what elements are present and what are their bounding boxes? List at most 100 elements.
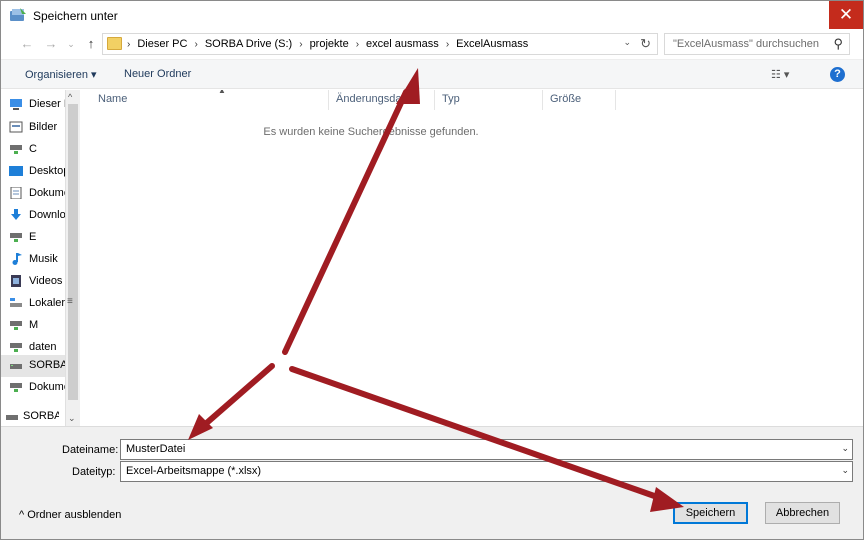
nav-item-label: Musik	[29, 253, 58, 265]
cancel-button[interactable]: Abbrechen	[765, 502, 840, 524]
nav-item-label: daten	[29, 341, 57, 353]
network-drive-icon	[10, 383, 22, 392]
refresh-icon[interactable]: ↻	[640, 36, 651, 52]
window-title: Speichern unter	[33, 9, 118, 23]
nav-item-label: Videos	[29, 275, 63, 287]
breadcrumb-separator[interactable]: ›	[356, 39, 359, 50]
empty-results-message: Es wurden keine Suchergebnisse gefunden.	[263, 126, 479, 138]
breadcrumb: › Dieser PC › SORBA Drive (S:) › projekt…	[127, 38, 528, 50]
nav-item[interactable]: Desktop	[1, 161, 65, 183]
command-bar: Organisieren ▾ Neuer Ordner ☷ ▾ ?	[1, 59, 863, 89]
scrollbar-thumb[interactable]	[68, 104, 78, 400]
nav-item-label: E	[29, 231, 37, 243]
close-button[interactable]: ✕	[829, 1, 863, 29]
nav-item[interactable]: Downloads	[1, 205, 65, 227]
address-bar[interactable]: › Dieser PC › SORBA Drive (S:) › projekt…	[102, 33, 658, 55]
nav-item-label: C	[29, 143, 37, 155]
nav-item-label: Lokaler Datenträger	[29, 297, 65, 309]
network-drive-icon	[10, 145, 22, 154]
network-drive-icon	[10, 321, 22, 330]
scroll-down-icon[interactable]: ⌄	[68, 413, 76, 424]
breadcrumb-item[interactable]: excel ausmass	[366, 38, 439, 50]
nav-item-label: Desktop	[29, 165, 65, 177]
nav-item[interactable]: Bilder	[1, 117, 65, 139]
network-drive-icon	[10, 343, 22, 352]
up-arrow-icon[interactable]: ↑	[83, 36, 99, 52]
column-header-type[interactable]: Typ	[435, 90, 543, 110]
local-disk-icon	[10, 298, 22, 307]
title-bar: Speichern unter ✕	[1, 1, 863, 30]
file-list[interactable]: Name ▲ Änderungsdatum Typ Größe Es wurde…	[81, 90, 863, 425]
address-dropdown-icon[interactable]: ⌄	[623, 37, 631, 48]
search-icon[interactable]: ⚲	[833, 36, 843, 52]
breadcrumb-item[interactable]: ExcelAusmass	[456, 38, 528, 50]
nav-item-label: M	[29, 319, 39, 331]
breadcrumb-item[interactable]: Dieser PC	[137, 38, 187, 50]
app-icon	[10, 8, 26, 21]
search-input[interactable]: "ExcelAusmass" durchsuchen ⚲	[664, 33, 850, 55]
save-as-dialog: Speichern unter ✕ ← → ⌄ ↑ › Dieser PC › …	[0, 0, 864, 540]
help-icon[interactable]: ?	[830, 67, 845, 82]
filename-field[interactable]: MusterDatei ⌄	[120, 439, 853, 460]
nav-item-label: Dokumente	[29, 187, 65, 199]
forward-arrow-icon[interactable]: →	[43, 36, 59, 52]
column-header-size[interactable]: Größe	[543, 90, 616, 110]
chevron-down-icon[interactable]: ⌄	[841, 465, 849, 476]
breadcrumb-separator: ›	[127, 38, 131, 50]
filetype-value: Excel-Arbeitsmappe (*.xlsx)	[126, 465, 262, 477]
pictures-icon	[9, 121, 23, 133]
nav-item[interactable]: Lokaler Datenträger	[1, 293, 65, 315]
sort-ascending-icon: ▲	[218, 90, 226, 95]
new-folder-button[interactable]: Neuer Ordner	[124, 68, 191, 80]
downloads-icon	[11, 209, 21, 220]
organize-menu[interactable]: Organisieren ▾	[25, 68, 97, 81]
breadcrumb-separator[interactable]: ›	[299, 39, 302, 50]
breadcrumb-separator[interactable]: ›	[194, 39, 197, 50]
music-icon	[12, 253, 22, 265]
navigation-pane: Dieser PC Bilder C Desktop Dokumente Dow…	[1, 90, 80, 428]
filename-value[interactable]: MusterDatei	[126, 443, 185, 455]
hide-folders-toggle[interactable]: ^ Ordner ausblenden	[19, 509, 121, 521]
back-arrow-icon[interactable]: ←	[19, 36, 35, 52]
drive-icon	[10, 364, 22, 369]
filetype-select[interactable]: Excel-Arbeitsmappe (*.xlsx) ⌄	[120, 461, 853, 482]
drive-icon	[6, 415, 18, 420]
breadcrumb-separator[interactable]: ›	[446, 39, 449, 50]
recent-locations-icon[interactable]: ⌄	[63, 36, 79, 52]
nav-item[interactable]: Dokumente	[1, 377, 65, 399]
nav-item-selected[interactable]: SORBA Drive (S:)	[1, 355, 65, 377]
videos-icon	[11, 275, 21, 287]
chevron-down-icon[interactable]: ⌄	[841, 443, 849, 454]
nav-item[interactable]: Videos	[1, 271, 65, 293]
nav-scrollbar[interactable]: ^ ≡ ⌄	[65, 90, 80, 426]
scroll-up-icon[interactable]: ^	[68, 92, 72, 102]
scroll-grip-icon: ≡	[67, 296, 73, 307]
nav-item[interactable]: C	[1, 139, 65, 161]
column-header-label: Name	[98, 93, 128, 105]
column-header-name[interactable]: Name ▲	[91, 90, 329, 110]
nav-item[interactable]: M	[1, 315, 65, 337]
search-placeholder: "ExcelAusmass" durchsuchen	[673, 38, 819, 50]
filetype-label: Dateityp:	[72, 466, 116, 478]
save-form: Dateiname: MusterDatei ⌄ Dateityp: Excel…	[1, 426, 863, 539]
address-row: ← → ⌄ ↑ › Dieser PC › SORBA Drive (S:) ›…	[1, 30, 863, 59]
save-button[interactable]: Speichern	[673, 502, 748, 524]
breadcrumb-item[interactable]: SORBA Drive (S:)	[205, 38, 292, 50]
nav-item[interactable]: Musik	[1, 249, 65, 271]
nav-item-label: Bilder	[29, 121, 58, 133]
desktop-icon	[9, 166, 23, 176]
nav-item[interactable]: Dieser PC	[1, 94, 65, 116]
nav-item[interactable]: E	[1, 227, 65, 249]
network-drive-icon	[10, 233, 22, 242]
pc-icon	[10, 99, 22, 110]
breadcrumb-item[interactable]: projekte	[310, 38, 349, 50]
column-header-date[interactable]: Änderungsdatum	[329, 90, 435, 110]
nav-item[interactable]: SORBA	[1, 406, 65, 428]
nav-item-label: SORBA Drive (S:)	[29, 359, 65, 371]
nav-item-label: SORBA	[23, 410, 59, 422]
nav-item[interactable]: Dokumente	[1, 183, 65, 205]
nav-item-label: Dieser PC	[29, 98, 65, 110]
nav-item-label: Downloads	[29, 209, 65, 221]
nav-item-label: Dokumente	[29, 381, 65, 393]
view-options-icon[interactable]: ☷ ▾	[771, 68, 789, 81]
